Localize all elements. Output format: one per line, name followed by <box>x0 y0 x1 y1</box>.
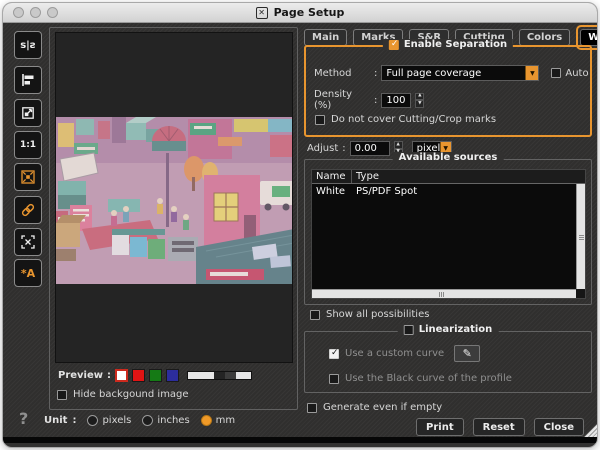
black-curve-checkbox[interactable] <box>329 374 339 384</box>
generate-checkbox[interactable] <box>307 403 317 413</box>
hide-background-label: Hide backgound image <box>73 389 189 400</box>
preview-swatch-red[interactable] <box>132 369 145 382</box>
show-all-checkbox[interactable] <box>310 310 320 320</box>
page-setup-window: ✕ Page Setup s|ƨ 1:1 <box>2 2 598 448</box>
annotate-icon: *A <box>21 267 35 280</box>
traffic-lights <box>13 7 58 18</box>
reset-button[interactable]: Reset <box>473 418 525 436</box>
sources-table[interactable]: Name Type White PS/PDF Spot <box>311 169 586 299</box>
expand-tool-button[interactable] <box>14 228 42 256</box>
black-curve-label: Use the Black curve of the profile <box>345 373 512 384</box>
mirror-icon: s|ƨ <box>20 40 36 51</box>
preview-canvas[interactable] <box>55 32 293 363</box>
sources-group: Available sources Name Type White PS/PDF… <box>304 159 592 305</box>
stepper-down-icon: ▼ <box>415 100 424 108</box>
print-button[interactable]: Print <box>416 418 464 436</box>
export-tool-button[interactable] <box>14 99 42 127</box>
custom-curve-label: Use a custom curve <box>345 348 444 359</box>
enable-separation-checkbox[interactable] <box>389 40 399 50</box>
scale-tool-button[interactable]: 1:1 <box>14 131 42 159</box>
preview-swatch-blue[interactable] <box>166 369 179 382</box>
fit-page-tool-button[interactable] <box>14 163 42 191</box>
align-tool-button[interactable] <box>14 66 42 94</box>
method-label: Method <box>314 68 370 79</box>
mm-radio[interactable] <box>201 415 212 426</box>
tab-main[interactable]: Main <box>304 29 347 46</box>
density-label: Density (%) <box>314 89 370 111</box>
stepper-up-icon: ▲ <box>415 93 424 101</box>
expand-icon <box>20 234 36 250</box>
export-icon <box>20 105 36 121</box>
window-bottom-edge <box>3 437 597 443</box>
unit-option-inches[interactable]: inches <box>142 415 189 426</box>
no-cover-checkbox[interactable] <box>315 115 325 125</box>
unit-label: Unit <box>44 415 67 426</box>
density-input[interactable]: 100 <box>381 93 411 108</box>
scrollbar-grip-icon <box>579 234 584 241</box>
sources-table-header[interactable]: Name Type <box>312 170 585 184</box>
vertical-scrollbar[interactable] <box>576 184 585 289</box>
pixels-radio[interactable] <box>87 415 98 426</box>
show-all-label: Show all possibilities <box>326 309 429 320</box>
horizontal-scrollbar[interactable] <box>312 289 576 298</box>
unit-option-pixels[interactable]: pixels <box>87 415 131 426</box>
generate-label: Generate even if empty <box>323 402 442 413</box>
method-dropdown-arrow-icon[interactable] <box>525 66 538 80</box>
action-buttons: Print Reset Close <box>416 418 584 436</box>
align-left-icon <box>20 72 36 88</box>
linearization-label: Linearization <box>419 324 493 335</box>
inches-radio[interactable] <box>142 415 153 426</box>
preview-swatch-white[interactable] <box>115 369 128 382</box>
hide-background-row[interactable]: Hide backgound image <box>57 389 189 400</box>
help-button[interactable]: ? <box>19 409 28 428</box>
linearization-checkbox[interactable] <box>404 325 414 335</box>
fit-page-icon <box>20 169 36 185</box>
link-tool-button[interactable] <box>14 196 42 224</box>
auto-label: Auto <box>565 68 588 79</box>
table-row[interactable]: White PS/PDF Spot <box>312 185 575 198</box>
adjust-label: Adjust <box>307 143 338 154</box>
tab-colors[interactable]: Colors <box>519 29 570 46</box>
preview-panel: Preview : Hide backgound image <box>49 27 298 410</box>
method-dropdown[interactable]: Full page coverage <box>381 65 539 81</box>
close-button[interactable]: Close <box>534 418 584 436</box>
column-type[interactable]: Type <box>352 170 383 183</box>
titlebar[interactable]: ✕ Page Setup <box>3 3 597 23</box>
window-title: Page Setup <box>274 6 345 19</box>
stepper-up-icon: ▲ <box>394 141 403 149</box>
show-all-row[interactable]: Show all possibilities <box>310 309 429 320</box>
zoom-window-icon[interactable] <box>47 7 58 18</box>
unit-selector: Unit : pixels inches mm <box>44 415 235 426</box>
link-icon <box>20 202 36 218</box>
app-x-icon: ✕ <box>256 7 268 19</box>
adjust-input[interactable]: 0.00 <box>350 141 390 156</box>
pencil-icon: ✎ <box>463 347 472 360</box>
enable-separation-label: Enable Separation <box>404 39 507 50</box>
annotate-tool-button[interactable]: *A <box>14 259 42 287</box>
minimize-window-icon[interactable] <box>30 7 41 18</box>
one-to-one-icon: 1:1 <box>20 140 36 150</box>
linearization-group: Linearization Use a custom curve ✎ Use t… <box>304 331 592 393</box>
separation-group: Enable Separation Method : Full page cov… <box>304 45 592 137</box>
tab-white[interactable]: White <box>580 29 598 46</box>
hide-background-checkbox[interactable] <box>57 390 67 400</box>
custom-curve-checkbox[interactable] <box>329 349 339 359</box>
no-cover-label: Do not cover Cutting/Crop marks <box>331 114 496 125</box>
generate-row[interactable]: Generate even if empty <box>307 402 442 413</box>
edit-curve-button[interactable]: ✎ <box>454 345 480 362</box>
mirror-tool-button[interactable]: s|ƨ <box>14 31 42 59</box>
scrollbar-corner <box>576 289 585 298</box>
preview-label: Preview <box>58 370 103 381</box>
dialog-body: s|ƨ 1:1 <box>3 23 597 443</box>
unit-option-mm[interactable]: mm <box>201 415 235 426</box>
sources-title: Available sources <box>399 152 498 163</box>
auto-checkbox[interactable] <box>551 68 561 78</box>
preview-swatch-green[interactable] <box>149 369 162 382</box>
close-window-icon[interactable] <box>13 7 24 18</box>
preview-illustration <box>56 117 293 284</box>
density-stepper[interactable]: ▲▼ <box>415 93 424 108</box>
scrollbar-grip-icon <box>439 292 444 297</box>
column-name[interactable]: Name <box>312 170 352 183</box>
grayscale-preview-bar[interactable] <box>187 371 252 380</box>
